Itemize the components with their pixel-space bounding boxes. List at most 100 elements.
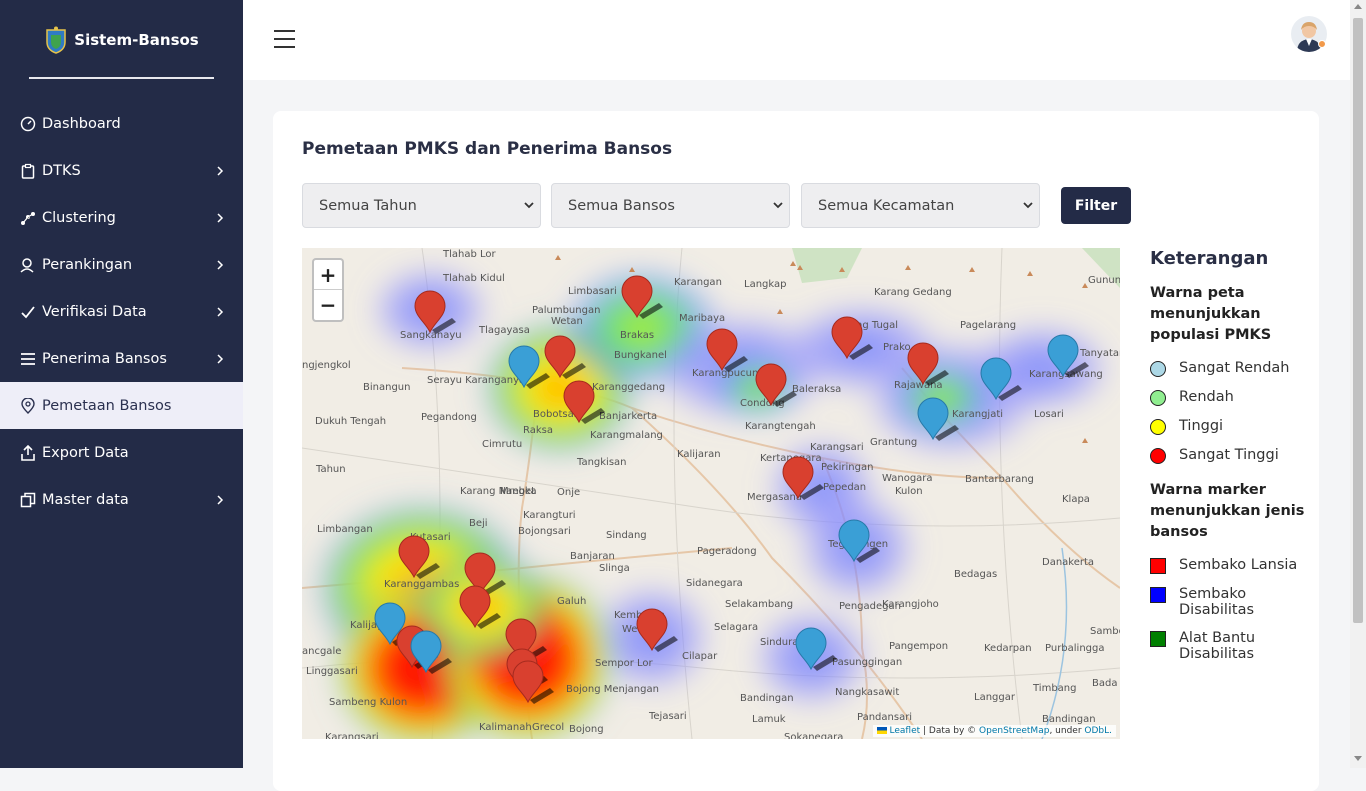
- sidebar-item-master-data[interactable]: Master data: [0, 476, 243, 523]
- map-place-label: Pengadegan: [839, 601, 901, 612]
- sidebar-item-penerima-bansos[interactable]: Penerima Bansos: [0, 335, 243, 382]
- zoom-in-button[interactable]: +: [314, 260, 342, 290]
- map-place-label: Pandansari: [857, 712, 912, 723]
- scrollbar[interactable]: [1350, 0, 1366, 768]
- map-place-label: Sambeng Kulon: [329, 697, 407, 708]
- map-place-label: Gunungwuled: [1088, 275, 1120, 286]
- filter-button[interactable]: Filter: [1061, 187, 1131, 224]
- map-place-label: Karangan: [674, 277, 722, 288]
- map-view[interactable]: Tlahab Lor Tlahab Kidul Sangkanayu Limbasar…: [302, 248, 1120, 739]
- ranking-icon: [19, 256, 37, 274]
- attribution-text: , under: [1049, 726, 1085, 736]
- bansos-select[interactable]: Semua Bansos: [551, 183, 790, 228]
- tahun-select[interactable]: Semua Tahun: [302, 183, 541, 228]
- map-place-label: Cilapar: [682, 651, 718, 662]
- map-place-label: Serayu Karanganyar: [427, 375, 530, 386]
- map-place-label: Dukuh Tengah: [315, 416, 386, 427]
- kecamatan-select[interactable]: Semua Kecamatan: [801, 183, 1040, 228]
- legend-label: Sembako Disabilitas: [1179, 586, 1255, 618]
- map-place-label: Prako: [883, 342, 911, 353]
- map-place-label: Bandingan: [1042, 714, 1096, 725]
- map-place-label: ancgale: [302, 646, 341, 657]
- map-place-label: Langgar: [974, 692, 1016, 703]
- sidebar-item-dtks[interactable]: DTKS: [0, 147, 243, 194]
- map-place-label: Slinga: [599, 563, 630, 574]
- map-place-label: Mergasana: [747, 492, 802, 503]
- map-place-label: Bojongsari: [518, 526, 571, 537]
- map-place-label: Karanggedang: [592, 382, 665, 393]
- sidebar-item-perankingan[interactable]: Perankingan: [0, 241, 243, 288]
- clipboard-icon: [19, 162, 37, 180]
- legend-title: Keterangan: [1150, 248, 1269, 269]
- map-place-label: Losari: [1034, 409, 1064, 420]
- map-place-label: Onje: [557, 487, 580, 498]
- scroll-down-icon[interactable]: [1354, 756, 1362, 761]
- map-place-label: Bojong: [569, 724, 604, 735]
- legend-swatch: [1150, 390, 1166, 406]
- legend-swatch: [1150, 419, 1166, 435]
- map-place-label: Brakas: [620, 330, 654, 341]
- legend-label: Tinggi: [1179, 418, 1224, 434]
- map-place-label: Karangmalang: [590, 430, 663, 441]
- map-pin-icon: [19, 397, 37, 415]
- map-place-label: Bojong Menjangan: [566, 684, 659, 695]
- brand[interactable]: Sistem-Bansos: [0, 0, 243, 80]
- legend-item: Tinggi: [1150, 418, 1310, 435]
- map-place-label: Sindang: [606, 530, 647, 541]
- map-place-label: Timbang: [1032, 683, 1076, 694]
- map-place-label: Grecol: [532, 722, 564, 733]
- map-place-label: Beji: [469, 518, 488, 529]
- legend-label: Sangat Rendah: [1179, 360, 1290, 376]
- leaflet-link[interactable]: Leaflet: [890, 726, 921, 736]
- legend-label: Sangat Tinggi: [1179, 447, 1279, 463]
- dashboard-icon: [19, 115, 37, 133]
- map-place-label: Kulon: [895, 486, 923, 497]
- sidebar-item-label: Perankingan: [42, 256, 133, 273]
- sidebar-nav: Dashboard DTKS Clustering Perankingan Ve…: [0, 100, 243, 523]
- map-place-label: Karangturi: [523, 510, 576, 521]
- map-place-label: Lamuk: [752, 714, 786, 725]
- map-place-label: Banjarkerta: [599, 411, 657, 422]
- check-icon: [19, 303, 37, 321]
- sidebar-item-clustering[interactable]: Clustering: [0, 194, 243, 241]
- map-place-label: Karangjati: [952, 409, 1003, 420]
- sidebar-item-pemetaan-bansos[interactable]: Pemetaan Bansos: [0, 382, 243, 429]
- chevron-down-icon: [524, 202, 534, 209]
- zoom-control: + −: [312, 258, 344, 322]
- emblem-logo-icon: [46, 26, 67, 54]
- brand-divider: [29, 77, 214, 79]
- legend-label: Alat Bantu Disabilitas: [1179, 630, 1256, 662]
- map-place-label: Wanogara: [882, 473, 933, 484]
- attribution-text: | Data by ©: [920, 726, 980, 736]
- map-place-label: Kedarpan: [984, 643, 1032, 654]
- sidebar-item-dashboard[interactable]: Dashboard: [0, 100, 243, 147]
- map-place-label: Danakerta: [1042, 557, 1094, 568]
- map-place-label: Palumbungan: [532, 305, 600, 316]
- map-place-label: Kalijaran: [677, 449, 721, 460]
- chevron-right-icon: [217, 494, 224, 505]
- map-attribution: Leaflet | Data by © OpenStreetMap, under…: [872, 725, 1116, 737]
- odbl-link[interactable]: ODbL.: [1084, 726, 1112, 736]
- ukraine-flag-icon: [876, 727, 887, 734]
- map-place-label: Wetan: [551, 316, 583, 327]
- map-place-label: Bada: [1092, 678, 1117, 689]
- map-place-label: Bungkanel: [614, 350, 667, 361]
- zoom-out-button[interactable]: −: [314, 290, 342, 320]
- chevron-right-icon: [217, 165, 224, 176]
- scroll-up-icon[interactable]: [1354, 4, 1362, 9]
- osm-link[interactable]: OpenStreetMap: [979, 726, 1049, 736]
- map-place-label: Tangkisan: [576, 457, 627, 468]
- sidebar-item-label: Penerima Bansos: [42, 350, 167, 367]
- map-place-label: Karanggambas: [384, 579, 459, 590]
- legend-item: Alat Bantu Disabilitas: [1150, 630, 1310, 662]
- bansos-select-value: Semua Bansos: [568, 197, 675, 214]
- sidebar-item-verifikasi-data[interactable]: Verifikasi Data: [0, 288, 243, 335]
- export-icon: [19, 444, 37, 462]
- sidebar-item-label: Pemetaan Bansos: [42, 397, 172, 414]
- chevron-down-icon: [1023, 202, 1033, 209]
- legend-label: Rendah: [1179, 389, 1234, 405]
- scrollbar-thumb[interactable]: [1353, 18, 1363, 623]
- hamburger-menu-icon[interactable]: [274, 30, 295, 50]
- sidebar-item-export-data[interactable]: Export Data: [0, 429, 243, 476]
- map-canvas: Tlahab Lor Tlahab Kidul Sangkanayu Limbasar…: [302, 248, 1120, 739]
